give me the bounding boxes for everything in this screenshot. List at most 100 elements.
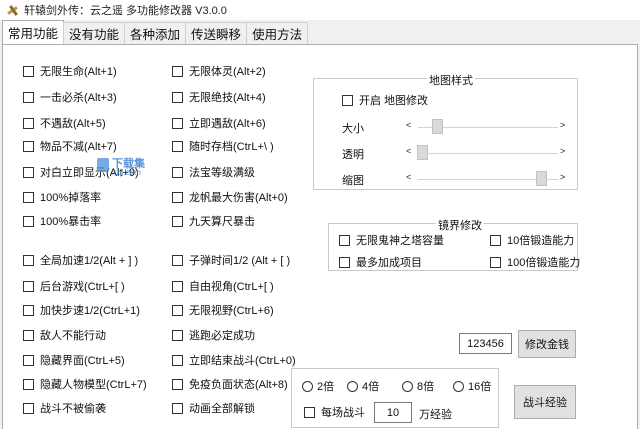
cheat-checkbox[interactable]: 龙帆最大伤害(Alt+0) bbox=[172, 190, 288, 204]
cheat-checkbox[interactable]: 隐藏人物模型(CtrL+7) bbox=[23, 377, 147, 391]
enable-map-mod-checkbox[interactable]: 开启 地图修改 bbox=[342, 93, 428, 107]
slider-right-arrow-icon[interactable]: > bbox=[560, 146, 565, 156]
zoom-slider-thumb[interactable] bbox=[536, 171, 547, 186]
radio-circle[interactable] bbox=[402, 380, 413, 392]
checkbox-box[interactable] bbox=[172, 117, 183, 129]
modify-money-button[interactable]: 修改金钱 bbox=[518, 330, 576, 358]
checkbox-box[interactable] bbox=[304, 406, 315, 418]
cheat-checkbox[interactable]: 100%暴击率 bbox=[23, 214, 101, 228]
checkbox-box[interactable] bbox=[172, 378, 183, 390]
checkbox-box[interactable] bbox=[23, 65, 34, 77]
checkbox-box[interactable] bbox=[172, 329, 183, 341]
map-style-group: 地图样式 开启 地图修改 大小 < > 透明 < > 缩图 < > bbox=[313, 72, 578, 190]
checkbox-box[interactable] bbox=[172, 191, 183, 203]
checkbox-box[interactable] bbox=[172, 140, 183, 152]
radio-label: 8倍 bbox=[417, 381, 435, 393]
cheat-checkbox[interactable]: 战斗不被偷袭 bbox=[23, 401, 106, 415]
checkbox-box[interactable] bbox=[23, 140, 34, 152]
cheat-checkbox[interactable]: 不遇敌(Alt+5) bbox=[23, 116, 106, 130]
cheat-checkbox[interactable]: 九天算尺暴击 bbox=[172, 214, 255, 228]
checkbox-label: 无限体灵(Alt+2) bbox=[189, 66, 266, 78]
cheat-checkbox[interactable]: 逃跑必定成功 bbox=[172, 328, 255, 342]
cheat-checkbox[interactable]: 无限生命(Alt+1) bbox=[23, 64, 117, 78]
slider-right-arrow-icon[interactable]: > bbox=[560, 120, 565, 130]
tab-add-items[interactable]: 各种添加 bbox=[124, 22, 187, 44]
checkbox-box[interactable] bbox=[172, 65, 183, 77]
cheat-checkbox[interactable]: 立即遇敌(Alt+6) bbox=[172, 116, 266, 130]
radio-circle[interactable] bbox=[302, 380, 313, 392]
checkbox-box[interactable] bbox=[172, 280, 183, 292]
checkbox-box[interactable] bbox=[23, 402, 34, 414]
checkbox-box[interactable] bbox=[23, 304, 34, 316]
multiplier-radio[interactable]: 8倍 bbox=[402, 379, 434, 393]
tab-common-features[interactable]: 常用功能 bbox=[2, 20, 65, 44]
cheat-checkbox[interactable]: 100%掉落率 bbox=[23, 190, 101, 204]
checkbox-box[interactable] bbox=[490, 234, 501, 246]
opacity-slider-thumb[interactable] bbox=[417, 145, 428, 160]
slider-left-arrow-icon[interactable]: < bbox=[406, 120, 411, 130]
checkbox-box[interactable] bbox=[172, 354, 183, 366]
tab-teleport[interactable]: 传送瞬移 bbox=[185, 22, 248, 44]
size-slider-thumb[interactable] bbox=[432, 119, 443, 134]
opacity-slider-track[interactable] bbox=[418, 153, 558, 154]
cheat-checkbox[interactable]: 无限视野(CtrL+6) bbox=[172, 303, 274, 317]
checkbox-box[interactable] bbox=[23, 354, 34, 366]
cheat-checkbox[interactable]: 隐藏界面(CtrL+5) bbox=[23, 353, 125, 367]
exp-amount-input[interactable]: 10 bbox=[374, 402, 412, 423]
cheat-checkbox[interactable]: 物品不减(Alt+7) bbox=[23, 139, 117, 153]
checkbox-box[interactable] bbox=[490, 256, 501, 268]
cheat-checkbox[interactable]: 无限绝技(Alt+4) bbox=[172, 90, 266, 104]
checkbox-box[interactable] bbox=[23, 378, 34, 390]
realm-option-checkbox[interactable]: 无限鬼神之塔容量 bbox=[339, 233, 444, 247]
cheat-checkbox[interactable]: 自由视角(CtrL+[ ) bbox=[172, 279, 274, 293]
cheat-checkbox[interactable]: 后台游戏(CtrL+[ ) bbox=[23, 279, 125, 293]
cheat-checkbox[interactable]: 一击必杀(Alt+3) bbox=[23, 90, 117, 104]
money-input[interactable]: 123456 bbox=[459, 333, 512, 354]
checkbox-label: 全局加速1/2(Alt + ] ) bbox=[40, 255, 139, 267]
checkbox-box[interactable] bbox=[23, 91, 34, 103]
slider-left-arrow-icon[interactable]: < bbox=[406, 172, 411, 182]
tab-no-features[interactable]: 没有功能 bbox=[63, 22, 126, 44]
per-battle-checkbox[interactable]: 每场战斗 bbox=[304, 405, 365, 419]
checkbox-box[interactable] bbox=[23, 166, 34, 178]
checkbox-box[interactable] bbox=[172, 304, 183, 316]
cheat-checkbox[interactable]: 立即结束战斗(CtrL+0) bbox=[172, 353, 296, 367]
realm-option-checkbox[interactable]: 10倍锻造能力 bbox=[490, 233, 574, 247]
checkbox-box[interactable] bbox=[342, 94, 353, 106]
checkbox-box[interactable] bbox=[339, 256, 350, 268]
slider-right-arrow-icon[interactable]: > bbox=[560, 172, 565, 182]
multiplier-radio[interactable]: 2倍 bbox=[302, 379, 334, 393]
cheat-checkbox[interactable]: 随时存档(CtrL+\ ) bbox=[172, 139, 274, 153]
cheat-checkbox[interactable]: 免疫负面状态(Alt+8) bbox=[172, 377, 288, 391]
cheat-checkbox[interactable]: 加快步速1/2(CtrL+1) bbox=[23, 303, 140, 317]
cheat-checkbox[interactable]: 全局加速1/2(Alt + ] ) bbox=[23, 253, 138, 267]
tab-usage[interactable]: 使用方法 bbox=[246, 22, 309, 44]
checkbox-box[interactable] bbox=[23, 215, 34, 227]
checkbox-box[interactable] bbox=[23, 280, 34, 292]
checkbox-box[interactable] bbox=[172, 402, 183, 414]
checkbox-box[interactable] bbox=[23, 329, 34, 341]
battle-exp-button[interactable]: 战斗经验 bbox=[514, 385, 576, 419]
checkbox-box[interactable] bbox=[23, 254, 34, 266]
checkbox-box[interactable] bbox=[172, 166, 183, 178]
realm-option-checkbox[interactable]: 100倍锻造能力 bbox=[490, 255, 580, 269]
radio-circle[interactable] bbox=[347, 380, 358, 392]
cheat-checkbox[interactable]: 子弹时间1/2 (Alt + [ ) bbox=[172, 253, 290, 267]
multiplier-radio[interactable]: 4倍 bbox=[347, 379, 379, 393]
slider-left-arrow-icon[interactable]: < bbox=[406, 146, 411, 156]
checkbox-box[interactable] bbox=[23, 191, 34, 203]
multiplier-radio[interactable]: 16倍 bbox=[453, 379, 491, 393]
realm-option-checkbox[interactable]: 最多加成项目 bbox=[339, 255, 422, 269]
radio-circle[interactable] bbox=[453, 380, 464, 392]
exp-unit-label: 万经验 bbox=[419, 409, 452, 421]
cheat-checkbox[interactable]: 敌人不能行动 bbox=[23, 328, 106, 342]
checkbox-box[interactable] bbox=[172, 215, 183, 227]
checkbox-box[interactable] bbox=[172, 254, 183, 266]
cheat-checkbox[interactable]: 法宝等级满级 bbox=[172, 165, 255, 179]
cheat-checkbox[interactable]: 动画全部解锁 bbox=[172, 401, 255, 415]
checkbox-box[interactable] bbox=[172, 91, 183, 103]
checkbox-box[interactable] bbox=[23, 117, 34, 129]
battle-exp-group: 2倍 4倍 8倍 16倍 每场战斗 10 万经验 bbox=[291, 368, 499, 428]
checkbox-box[interactable] bbox=[339, 234, 350, 246]
cheat-checkbox[interactable]: 无限体灵(Alt+2) bbox=[172, 64, 266, 78]
